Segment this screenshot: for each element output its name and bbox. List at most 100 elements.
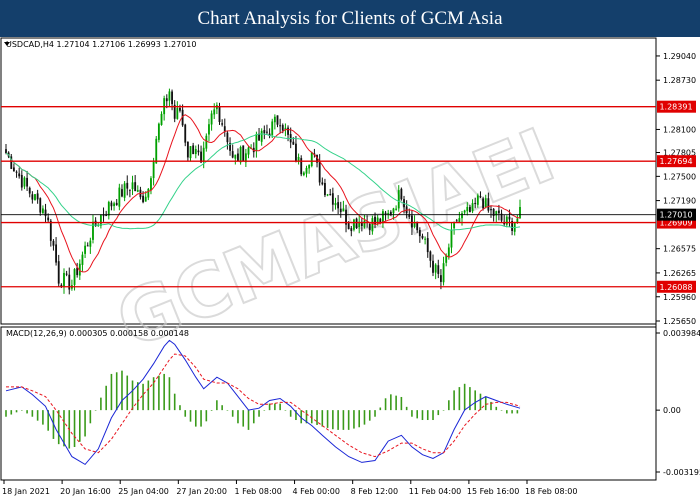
candle-body <box>418 229 421 237</box>
candle-body <box>20 174 23 188</box>
candle-body <box>339 208 342 213</box>
price-tick-label: 1.29040 <box>663 52 696 61</box>
candle-body <box>279 125 282 127</box>
candle-body <box>353 219 355 230</box>
candle-body <box>81 254 84 265</box>
candle-body <box>387 213 390 215</box>
macd-hist-bar <box>448 400 450 411</box>
candle-body <box>134 182 137 192</box>
candle-body <box>397 190 400 209</box>
time-axis-ticks: 18 Jan 2021 20 Jan 16:00 25 Jan 04:00 27 Ja… <box>2 480 577 496</box>
macd-hist-bar <box>395 395 397 411</box>
candle-body <box>326 194 329 196</box>
candle-body <box>458 218 461 223</box>
macd-hist-bar <box>421 410 424 421</box>
candle-body <box>287 127 289 135</box>
candle-body <box>342 208 345 212</box>
level-label: 1.28391 <box>659 103 692 112</box>
time-tick-label: 18 Feb 08:00 <box>525 487 577 496</box>
candle-body <box>160 113 163 125</box>
macd-hist-bar <box>252 410 255 424</box>
candle-body <box>474 202 477 205</box>
candle-body <box>484 198 487 207</box>
candle-body <box>247 147 250 155</box>
macd-hist-bar <box>342 410 345 430</box>
macd-hist-bar <box>463 383 466 411</box>
macd-hist-bar <box>316 410 318 425</box>
macd-axis-ticks: 0.003984 0.00 -0.003195 <box>656 329 700 477</box>
macd-hist-bar <box>279 403 281 411</box>
candle-body <box>300 158 303 175</box>
candle-body <box>516 218 519 223</box>
candle-body <box>176 107 179 119</box>
candle-body <box>126 182 129 189</box>
macd-panel-frame <box>0 326 657 481</box>
time-tick-label: 4 Feb 00:00 <box>293 487 340 496</box>
macd-hist-bar <box>105 385 107 411</box>
macd-hist-bar <box>263 410 266 411</box>
macd-hist-bar <box>121 370 123 411</box>
candle-body <box>192 145 195 155</box>
candle-body <box>84 245 86 254</box>
candle-body <box>110 202 113 207</box>
macd-hist-bar <box>210 410 213 411</box>
time-tick-label: 8 Feb 12:00 <box>351 487 398 496</box>
chart-area: GCMASIAEI 1.290401.287301.281001.278051.… <box>0 37 700 496</box>
macd-hist-bar <box>184 410 187 417</box>
candle-body <box>331 193 334 205</box>
time-tick-label: 27 Jan 20:00 <box>176 487 227 496</box>
macd-hist-bar <box>326 410 329 428</box>
price-tick-label: 1.26265 <box>663 269 696 278</box>
candle-body <box>234 154 237 159</box>
candle-body <box>28 187 31 194</box>
candle-body <box>26 177 29 187</box>
candle-body <box>218 106 221 122</box>
price-tick-label: 1.27500 <box>663 172 696 181</box>
time-tick-label: 11 Feb 04:00 <box>409 487 461 496</box>
price-tick-label: 1.25960 <box>663 293 696 302</box>
candle-body <box>107 201 110 216</box>
candle-body <box>189 146 192 159</box>
candle-body <box>242 145 245 162</box>
candle-body <box>36 193 39 200</box>
candle-body <box>15 171 18 173</box>
macd-hist-bar <box>289 410 292 417</box>
macd-hist-bar <box>158 375 160 411</box>
candle-body <box>152 161 155 179</box>
candle-body <box>295 143 297 162</box>
time-tick-label: 18 Jan 2021 <box>2 487 50 496</box>
macd-hist-bar <box>405 406 408 411</box>
macd-hist-bar <box>426 410 429 421</box>
candle-body <box>421 235 424 239</box>
candle-body <box>324 182 326 196</box>
candle-body <box>368 223 371 231</box>
candle-body <box>44 209 47 217</box>
macd-hist-bar <box>73 410 76 448</box>
candle-body <box>86 245 89 247</box>
macd-hist-bar <box>390 394 392 411</box>
candle-body <box>184 124 187 143</box>
candle-body <box>292 141 295 145</box>
candle-body <box>276 115 279 125</box>
candle-body <box>144 196 147 202</box>
time-tick-label: 25 Jan 04:00 <box>118 487 169 496</box>
candle-body <box>461 213 463 219</box>
candle-body <box>165 98 168 102</box>
macd-hist-bar <box>216 400 218 411</box>
macd-tick-label: -0.003195 <box>663 468 700 477</box>
candle-body <box>118 187 121 207</box>
page: Chart Analysis for Clients of GCM Asia G… <box>0 0 700 500</box>
macd-hist-bar <box>21 410 23 411</box>
macd-hist-bar <box>332 410 334 430</box>
candle-body <box>226 132 229 143</box>
candle-body <box>131 182 134 190</box>
candle-body <box>487 198 490 211</box>
macd-title: MACD(12,26,9) 0.000305 0.000158 0.000148 <box>6 329 189 338</box>
candle-body <box>31 194 34 200</box>
price-tick-label: 1.28730 <box>663 76 696 85</box>
candle-body <box>34 194 36 201</box>
macd-hist-bar <box>400 396 403 411</box>
macd-hist-bar <box>242 410 245 427</box>
candle-body <box>426 238 429 253</box>
macd-hist-bar <box>200 410 202 427</box>
